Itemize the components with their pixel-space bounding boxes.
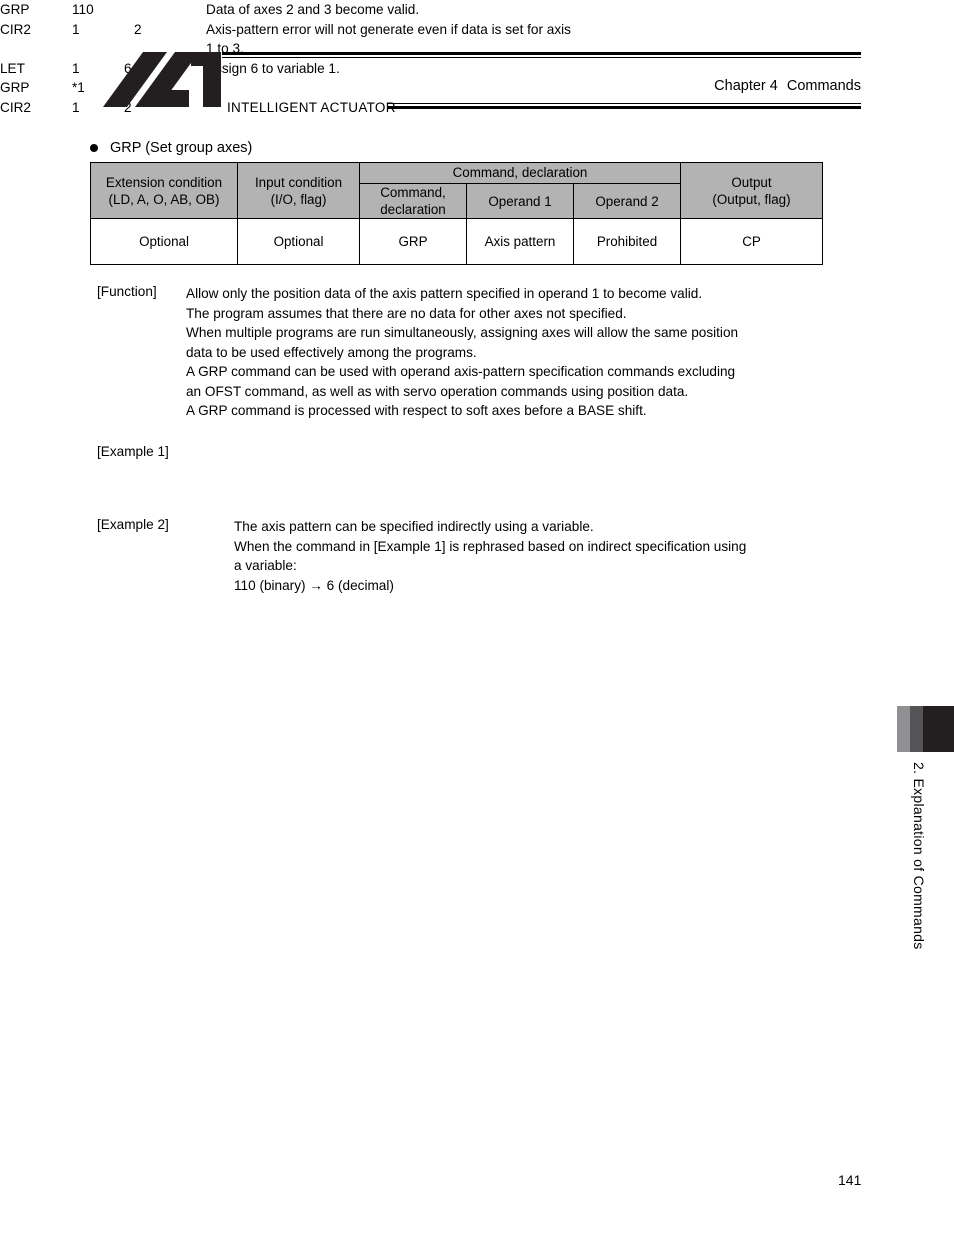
page-header: INTELLIGENT ACTUATOR Chapter 4 Commands [0, 0, 954, 125]
bullet-dot-icon [90, 144, 98, 152]
side-tab-label: 2. Explanation of Commands [911, 762, 927, 950]
header-command-declaration-line2: declaration [380, 202, 446, 218]
example2-line: When the command in [Example 1] is rephr… [234, 538, 747, 554]
header-rule-top-thick [222, 52, 861, 55]
header-input-condition-line2: (I/O, flag) [270, 191, 327, 207]
function-line: an OFST command, as well as with servo o… [186, 383, 689, 399]
header-operand-2: Operand 2 [573, 182, 681, 220]
table-body: Optional Optional GRP Axis pattern Prohi… [90, 218, 823, 266]
chapter-title: Commands [786, 78, 861, 94]
function-line: A GRP command is processed with respect … [186, 403, 647, 418]
header-extension-condition-line1: Extension condition [105, 174, 223, 190]
header-rule-bottom-thin [388, 103, 861, 104]
header-output: Output (Output, flag) [680, 161, 823, 220]
header-rule-bottom-thick [388, 106, 861, 109]
section-heading: GRP (Set group axes) [90, 140, 252, 156]
side-tab-marker [897, 706, 954, 752]
function-line: The program assumes that there are no da… [186, 305, 627, 321]
command-spec-table: Extension condition (LD, A, O, AB, OB) I… [90, 161, 823, 266]
section-title-label: GRP (Set group axes) [110, 140, 253, 156]
table-header: Extension condition (LD, A, O, AB, OB) I… [90, 161, 823, 220]
chapter-heading: Chapter 4 Commands [714, 78, 861, 94]
function-line: When multiple programs are run simultane… [186, 325, 739, 340]
example2-label: [Example 2] [97, 517, 169, 532]
function-line: data to be used effectively among the pr… [186, 344, 477, 360]
side-tab-band-mid [910, 706, 923, 752]
header-command-declaration-line1: Command, [380, 185, 446, 200]
chapter-number: Chapter 4 [714, 78, 778, 94]
header-command-declaration: Command, declaration [359, 182, 467, 220]
header-command-declaration-group: Command, declaration [359, 162, 681, 184]
header-output-line2: (Output, flag) [712, 191, 791, 207]
cell-operand-2: Prohibited [573, 218, 681, 266]
table-row: Optional Optional GRP Axis pattern Prohi… [90, 218, 823, 266]
example2-description: The axis pattern can be specified indire… [234, 517, 834, 595]
cell-output: CP [680, 218, 823, 266]
header-operand-1: Operand 1 [466, 182, 574, 220]
cell-input-condition: Optional [237, 218, 360, 266]
cell-operand-1: Axis pattern [466, 218, 574, 266]
side-tab-band-dark [923, 706, 954, 752]
ia-logo-icon [103, 52, 221, 107]
cell-extension-condition: Optional [90, 218, 238, 266]
side-tab-band-light [897, 706, 910, 752]
header-input-condition-line1: Input condition [254, 174, 343, 190]
function-line: Allow only the position data of the axis… [186, 286, 703, 301]
function-label: [Function] [97, 284, 157, 299]
header-input-condition: Input condition (I/O, flag) [237, 161, 360, 220]
example1-label: [Example 1] [97, 444, 169, 459]
cell-command-declaration: GRP [359, 218, 467, 266]
header-output-line1: Output [731, 174, 772, 190]
example2-line: The axis pattern can be specified indire… [234, 519, 594, 534]
page-number: 141 [838, 1172, 862, 1188]
example2-line: a variable: [234, 558, 297, 573]
header-extension-condition-line2: (LD, A, O, AB, OB) [108, 191, 220, 207]
brand-name: INTELLIGENT ACTUATOR [227, 100, 396, 115]
function-line: A GRP command can be used with operand a… [186, 364, 736, 379]
header-extension-condition: Extension condition (LD, A, O, AB, OB) [90, 161, 238, 220]
example2-binary-conversion: 110 (binary) → 6 (decimal) [234, 577, 394, 593]
header-rule-top-thin [222, 57, 861, 58]
table-header-row-1: Extension condition (LD, A, O, AB, OB) I… [90, 161, 823, 220]
function-description: Allow only the position data of the axis… [186, 284, 886, 421]
